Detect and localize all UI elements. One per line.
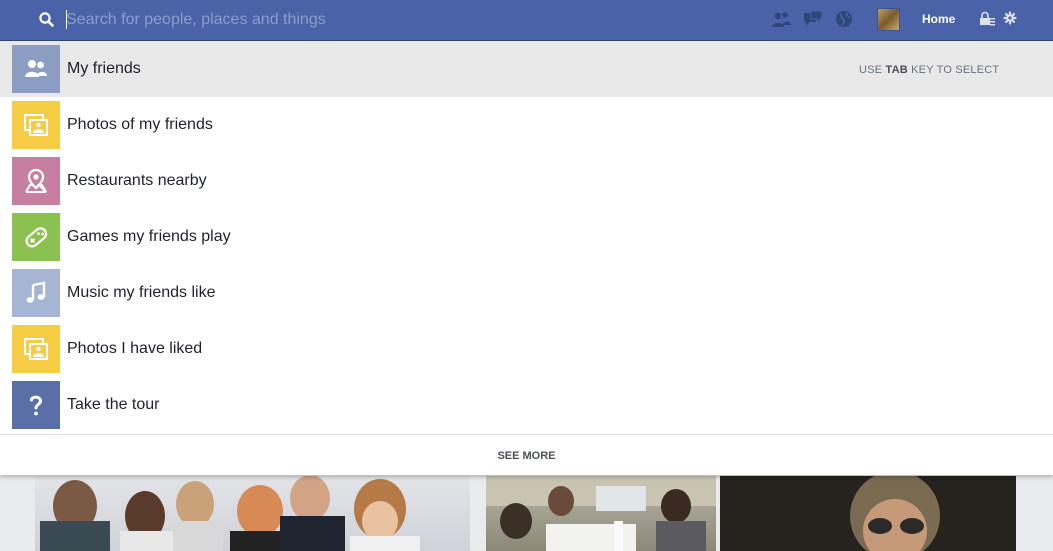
suggestion-my-friends[interactable]: My friends USE TAB KEY TO SELECT (0, 41, 1053, 97)
suggestion-music-my-friends-like[interactable]: Music my friends like (0, 265, 1053, 321)
tab-select-hint: USE TAB KEY TO SELECT (859, 64, 1000, 76)
dinner-photo (486, 476, 716, 551)
see-more-button[interactable]: SEE MORE (0, 450, 1053, 462)
person-photo (720, 476, 1016, 551)
settings-gear-icon[interactable] (1000, 8, 1022, 30)
suggestion-label: Music my friends like (67, 284, 216, 301)
photos-icon (12, 101, 60, 149)
suggestion-take-the-tour[interactable]: Take the tour (0, 377, 1053, 433)
music-note-icon (12, 269, 60, 317)
see-more-bar: SEE MORE (0, 434, 1053, 476)
search-icon[interactable] (38, 11, 56, 29)
top-bar: Home (0, 0, 1053, 41)
map-pin-icon (12, 157, 60, 205)
privacy-shortcuts-icon[interactable] (976, 8, 998, 30)
suggestion-label: Photos of my friends (67, 116, 213, 133)
search-suggestions-dropdown: My friends USE TAB KEY TO SELECT Photos … (0, 41, 1053, 475)
text-caret (66, 10, 67, 29)
friend-requests-icon[interactable] (770, 8, 792, 30)
notifications-globe-icon[interactable] (833, 8, 855, 30)
suggestion-games-my-friends-play[interactable]: Games my friends play (0, 209, 1053, 265)
photos-icon (12, 325, 60, 373)
suggestion-photos-i-have-liked[interactable]: Photos I have liked (0, 321, 1053, 377)
suggestion-label: Restaurants nearby (67, 172, 207, 189)
suggestion-label: Photos I have liked (67, 340, 203, 357)
profile-avatar[interactable] (877, 8, 900, 31)
suggestion-restaurants-nearby[interactable]: Restaurants nearby (0, 153, 1053, 209)
question-icon (12, 381, 60, 429)
gamepad-icon (12, 213, 60, 261)
people-photo (35, 476, 470, 551)
friends-icon (12, 45, 60, 93)
suggestion-photos-of-my-friends[interactable]: Photos of my friends (0, 97, 1053, 153)
messages-icon[interactable] (802, 8, 824, 30)
home-link[interactable]: Home (922, 12, 955, 26)
suggestion-label: Take the tour (67, 396, 160, 413)
suggestion-label: Games my friends play (67, 228, 231, 245)
suggestion-label: My friends (67, 60, 141, 77)
search-input[interactable] (66, 7, 706, 33)
